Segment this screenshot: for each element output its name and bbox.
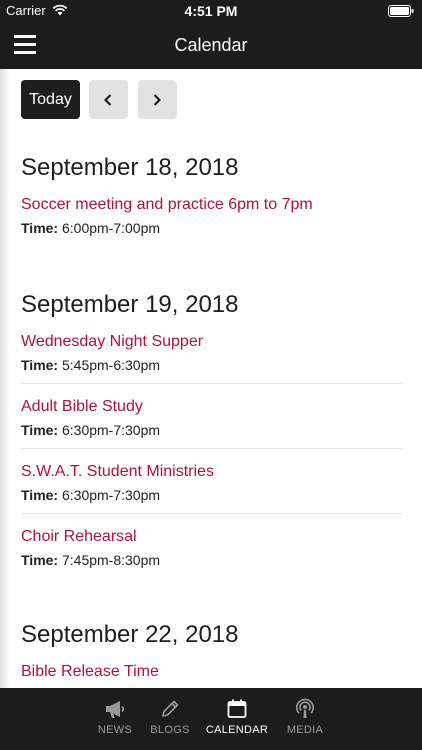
day-date: September 19, 2018 <box>21 291 239 318</box>
list-item[interactable]: Bible Release Time <box>21 649 402 688</box>
list-item[interactable]: Wednesday Night Supper Time: 5:45pm-6:30… <box>21 319 402 384</box>
day-date: September 22, 2018 <box>21 621 239 648</box>
tab-label: CALENDAR <box>205 724 269 736</box>
day-date: September 18, 2018 <box>21 154 239 181</box>
chevron-right-icon <box>153 94 161 106</box>
event-title[interactable]: Bible Release Time <box>21 663 402 681</box>
event-time-value: 6:30pm-7:30pm <box>61 487 161 503</box>
chevron-left-icon <box>104 94 112 106</box>
event-time-value: 6:30pm-7:30pm <box>61 422 161 438</box>
list-item[interactable]: Choir Rehearsal Time: 7:45pm-8:30pm <box>21 514 402 578</box>
event-time: Time: 7:45pm-8:30pm <box>21 552 402 568</box>
tab-news[interactable]: NEWS <box>87 688 143 750</box>
time-label: Time: <box>21 220 59 236</box>
tab-calendar[interactable]: CALENDAR <box>201 688 273 750</box>
status-bar: Carrier 4:51 PM <box>0 0 422 22</box>
list-item[interactable]: S.W.A.T. Student Ministries Time: 6:30pm… <box>21 449 402 514</box>
event-time-value: 6:00pm-7:00pm <box>61 220 161 236</box>
time-label: Time: <box>21 487 59 503</box>
event-time-value: 7:45pm-8:30pm <box>61 552 161 568</box>
event-time: Time: 6:30pm-7:30pm <box>21 487 402 503</box>
calendar-content[interactable]: Today September 18, 2018 Soccer meeting … <box>0 69 422 688</box>
list-item[interactable]: Soccer meeting and practice 6pm to 7pm T… <box>21 182 402 246</box>
status-time: 4:51 PM <box>184 3 238 19</box>
tab-bar: NEWS BLOGS CALENDAR MEDIA <box>0 688 422 750</box>
event-time-value: 5:45pm-6:30pm <box>61 357 161 373</box>
tab-blogs[interactable]: BLOGS <box>143 688 197 750</box>
day-section: September 19, 2018 Wednesday Night Suppe… <box>21 291 402 578</box>
calendar-icon <box>227 699 247 718</box>
battery-icon <box>388 5 414 17</box>
event-title[interactable]: Adult Bible Study <box>21 398 402 416</box>
time-label: Time: <box>21 552 59 568</box>
event-time: Time: 6:00pm-7:00pm <box>21 220 402 236</box>
page-title: Calendar <box>174 35 248 55</box>
time-label: Time: <box>21 422 59 438</box>
event-title[interactable]: Wednesday Night Supper <box>21 333 402 351</box>
event-time: Time: 5:45pm-6:30pm <box>21 357 402 373</box>
day-section: September 22, 2018 Bible Release Time <box>21 621 402 688</box>
today-button[interactable]: Today <box>21 80 80 119</box>
event-title[interactable]: Soccer meeting and practice 6pm to 7pm <box>21 196 402 214</box>
megaphone-icon <box>106 701 125 718</box>
tab-label: NEWS <box>97 724 133 736</box>
nav-bar: Calendar <box>0 22 422 69</box>
day-section: September 18, 2018 Soccer meeting and pr… <box>21 154 402 246</box>
list-item[interactable]: Adult Bible Study Time: 6:30pm-7:30pm <box>21 384 402 449</box>
event-time: Time: 6:30pm-7:30pm <box>21 422 402 438</box>
next-button[interactable] <box>138 80 177 119</box>
previous-button[interactable] <box>89 80 128 119</box>
tab-media[interactable]: MEDIA <box>280 688 330 750</box>
pencil-icon <box>162 700 179 717</box>
time-label: Time: <box>21 357 59 373</box>
podcast-icon <box>296 698 314 718</box>
drawer-shadow <box>0 69 10 688</box>
tab-label: MEDIA <box>286 724 324 736</box>
event-title[interactable]: Choir Rehearsal <box>21 528 402 546</box>
event-title[interactable]: S.W.A.T. Student Ministries <box>21 463 402 481</box>
tab-label: BLOGS <box>150 724 190 736</box>
